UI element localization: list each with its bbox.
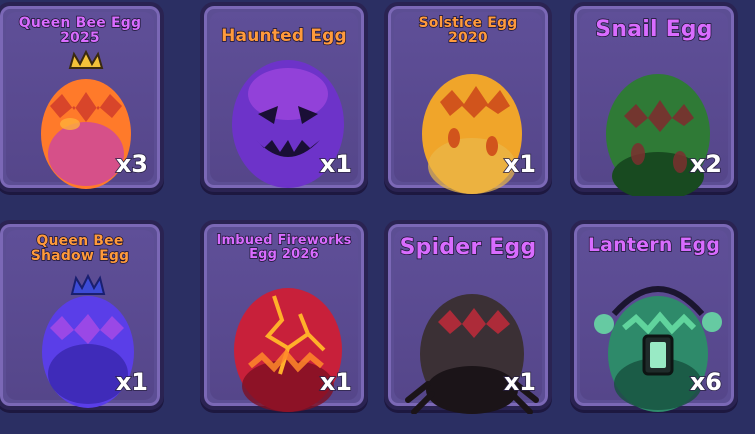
egg-card-snail[interactable]: Snail Egg x2 bbox=[570, 2, 738, 196]
egg-card-lantern[interactable]: Lantern Egg x6 bbox=[570, 220, 738, 412]
egg-title: Queen Bee Egg 2025 bbox=[18, 15, 142, 46]
egg-count: x1 bbox=[319, 149, 353, 179]
egg-title: Solstice Egg 2020 bbox=[418, 15, 518, 46]
egg-card-imbued-fireworks[interactable]: Imbued Fireworks Egg 2026 x1 bbox=[200, 220, 368, 412]
egg-inventory-grid: Queen Bee Egg 2025 x3 Haunted Egg x1 Sol bbox=[0, 0, 755, 434]
egg-card-queen-bee-shadow[interactable]: Queen Bee Shadow Egg x1 bbox=[0, 220, 164, 410]
egg-card-haunted[interactable]: Haunted Egg x1 bbox=[200, 2, 368, 192]
egg-count: x2 bbox=[689, 149, 723, 179]
egg-title: Spider Egg bbox=[399, 235, 537, 260]
egg-title: Haunted Egg bbox=[220, 26, 347, 46]
egg-title: Lantern Egg bbox=[587, 234, 721, 256]
egg-count: x1 bbox=[319, 367, 353, 397]
egg-count: x1 bbox=[503, 149, 537, 179]
egg-title: Queen Bee Shadow Egg bbox=[30, 233, 130, 264]
egg-title: Snail Egg bbox=[595, 17, 714, 42]
egg-title: Imbued Fireworks Egg 2026 bbox=[216, 233, 352, 262]
egg-card-solstice[interactable]: Solstice Egg 2020 x1 bbox=[384, 2, 552, 194]
egg-count: x3 bbox=[115, 149, 149, 179]
egg-count: x1 bbox=[503, 367, 537, 397]
egg-card-spider[interactable]: Spider Egg x1 bbox=[384, 220, 552, 414]
egg-count: x6 bbox=[689, 367, 723, 397]
egg-count: x1 bbox=[115, 367, 149, 397]
egg-card-queen-bee[interactable]: Queen Bee Egg 2025 x3 bbox=[0, 2, 164, 192]
